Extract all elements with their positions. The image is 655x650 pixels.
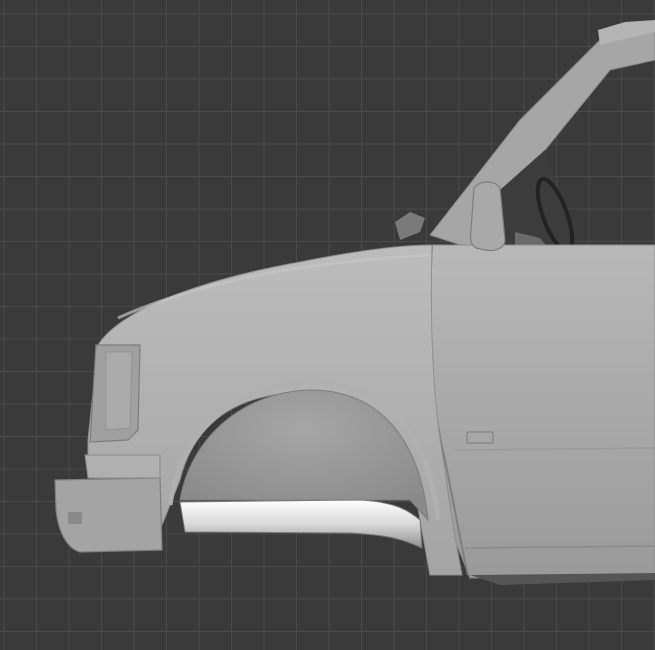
undercarriage [470,573,655,585]
bumper-top [84,454,161,479]
headlight-inner [105,351,133,431]
side-panel [427,244,655,579]
van-model[interactable] [0,0,655,650]
side-mirror [469,181,506,252]
3d-viewport[interactable] [0,0,655,650]
bumper-slot [68,512,82,524]
door-handle [466,431,494,444]
chrome-sill [179,499,423,549]
